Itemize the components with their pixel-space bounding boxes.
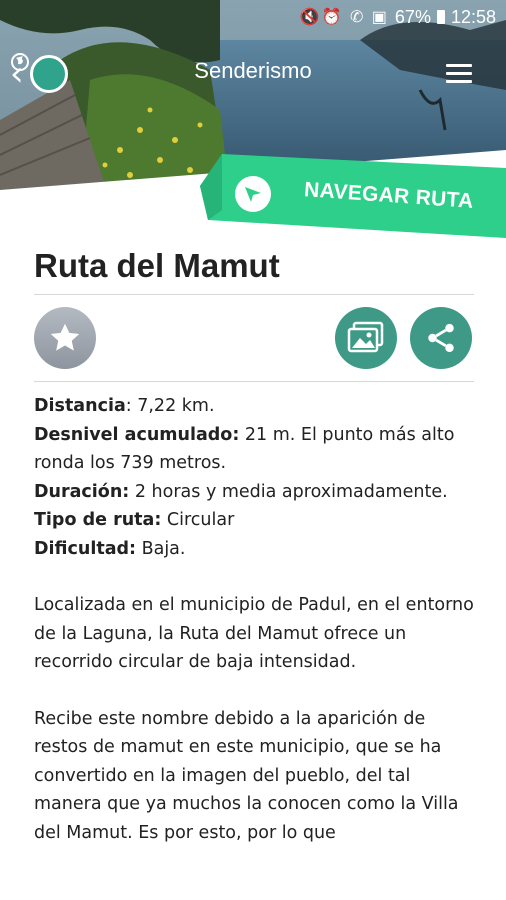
route-title: Ruta del Mamut <box>34 247 280 284</box>
detail-distance: Distancia: 7,22 km. <box>34 392 474 421</box>
route-actions <box>34 295 474 381</box>
star-icon <box>50 323 80 351</box>
navigation-arrow-icon <box>235 176 271 212</box>
detail-route-type: Tipo de ruta: Circular <box>34 506 474 535</box>
divider <box>34 381 474 382</box>
detail-label: Tipo de ruta: <box>34 510 162 530</box>
menu-icon-bar <box>446 72 472 75</box>
detail-value: 2 horas y media aproximadamente. <box>129 481 448 502</box>
route-details: Distancia: 7,22 km. Desnivel acumulado: … <box>34 392 474 847</box>
status-icons: 🔇⏰ ✆ ▣ <box>299 9 389 26</box>
clock: 12:58 <box>450 6 496 27</box>
detail-label: Desnivel acumulado: <box>34 424 240 445</box>
image-gallery-icon <box>347 321 384 353</box>
menu-button[interactable] <box>446 64 472 84</box>
detail-value: Baja. <box>136 538 186 559</box>
description-paragraph: Localizada en el municipio de Padul, en … <box>34 595 474 672</box>
favorite-button[interactable] <box>34 307 96 369</box>
page-title: Senderismo <box>194 58 312 83</box>
share-button[interactable] <box>410 307 472 369</box>
menu-icon-bar <box>446 80 472 83</box>
detail-difficulty: Dificultad: Baja. <box>34 535 474 564</box>
detail-value: Circular <box>161 510 235 530</box>
detail-value: 7,22 km. <box>131 396 215 416</box>
battery-level: 67% <box>394 6 431 27</box>
detail-label: Distancia <box>34 396 126 416</box>
battery-icon <box>436 10 445 24</box>
detail-label: Dificultad: <box>34 538 137 559</box>
route-content: Ruta del Mamut Distancia: 7,22 km. Desni… <box>34 230 474 847</box>
description-paragraph: Recibe este nombre debido a la aparición… <box>34 708 459 843</box>
detail-label: Duración: <box>34 481 130 502</box>
share-icon <box>428 323 454 353</box>
detail-duration: Duración: 2 horas y media aproximadament… <box>34 478 474 507</box>
app-bar: ‹ Senderismo <box>0 46 506 102</box>
detail-elevation: Desnivel acumulado: 21 m. El punto más a… <box>34 421 474 478</box>
gallery-button[interactable] <box>335 307 397 369</box>
status-bar: 🔇⏰ ✆ ▣ 67% 12:58 <box>0 0 506 34</box>
menu-icon-bar <box>446 64 472 67</box>
